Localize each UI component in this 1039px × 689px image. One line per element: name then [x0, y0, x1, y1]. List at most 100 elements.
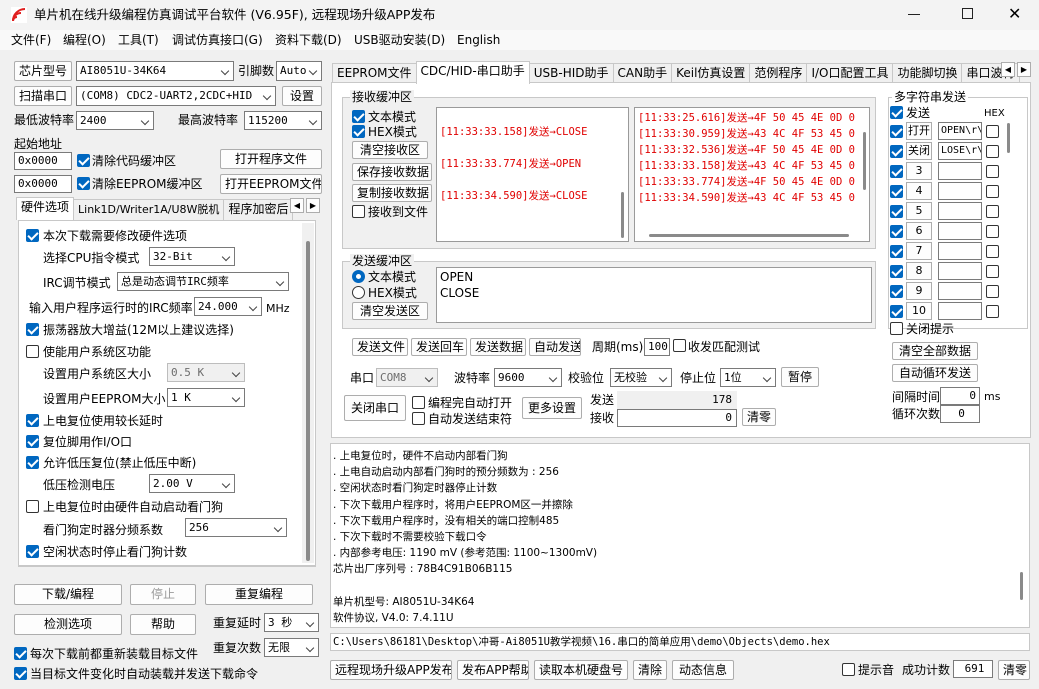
min-baud-select[interactable]: 2400 — [76, 111, 154, 130]
save-rx-button[interactable]: 保存接收数据 — [352, 163, 432, 181]
modify-hw-checkbox[interactable] — [26, 229, 39, 242]
multi-row-input[interactable] — [938, 242, 982, 260]
multi-row-send-checkbox[interactable] — [890, 305, 903, 318]
multi-send-checkbox[interactable] — [890, 106, 903, 119]
tab-io-config[interactable]: I/O口配置工具 — [806, 63, 894, 84]
multi-row-hex-checkbox[interactable] — [986, 125, 999, 138]
reset-count-button[interactable]: 清零 — [998, 660, 1030, 680]
info-output[interactable]: . 上电复位时，硬件不启动内部看门狗 . 上电自动启动内部看门狗时的预分频数为 … — [330, 443, 1030, 628]
lvd-select[interactable]: 2.00 V — [149, 474, 235, 493]
auto-open-checkbox[interactable] — [412, 396, 425, 409]
tab-can[interactable]: CAN助手 — [612, 63, 673, 84]
reprogram-button[interactable]: 重复编程 — [205, 584, 313, 605]
check-options-button[interactable]: 检测选项 — [14, 614, 122, 635]
multi-rows-scrollbar[interactable] — [1007, 123, 1010, 153]
tab-hardware[interactable]: 硬件选项 — [16, 197, 75, 220]
wdt-div-select[interactable]: 256 — [185, 518, 287, 537]
wdt-hw-checkbox[interactable] — [26, 500, 39, 513]
port-select[interactable]: (COM8) CDC2-UART2,2CDC+HID — [76, 86, 276, 106]
tx-hex-mode-radio[interactable] — [352, 286, 365, 299]
multi-row-hex-checkbox[interactable] — [986, 165, 999, 178]
multi-row-hex-checkbox[interactable] — [986, 225, 999, 238]
multi-row-send-checkbox[interactable] — [890, 205, 903, 218]
lvr-checkbox[interactable] — [26, 456, 39, 469]
idle-wdt-checkbox[interactable] — [26, 545, 39, 558]
maximize-icon[interactable] — [962, 8, 973, 19]
scan-port-button[interactable]: 扫描串口 — [14, 86, 72, 106]
multi-row-hex-checkbox[interactable] — [986, 205, 999, 218]
menu-tools[interactable]: 工具(T) — [118, 32, 159, 48]
auto-send-button[interactable]: 自动发送 — [529, 338, 581, 356]
interval-input[interactable]: 0 — [940, 387, 980, 405]
repeat-count-select[interactable]: 无限 — [264, 638, 319, 657]
start-address-input[interactable]: 0x0000 — [14, 152, 72, 170]
multi-row-send-button[interactable]: 打开 — [906, 122, 932, 140]
menu-program[interactable]: 编程(O) — [63, 32, 106, 48]
match-test-checkbox[interactable] — [673, 339, 686, 352]
multi-row-input[interactable] — [938, 202, 982, 220]
tab-offline[interactable]: Link1D/Writer1A/U8W脱机 — [73, 199, 225, 220]
close-port-button[interactable]: 关闭串口 — [344, 395, 406, 421]
pin-count-select[interactable]: Auto — [276, 61, 322, 81]
parity-select[interactable]: 无校验 — [610, 368, 672, 387]
rx-text-scrollbar[interactable] — [621, 192, 624, 238]
multi-row-send-button[interactable]: 10 — [906, 302, 932, 320]
settings-button[interactable]: 设置 — [282, 86, 322, 106]
stop-button[interactable]: 停止 — [130, 584, 196, 605]
more-settings-button[interactable]: 更多设置 — [522, 397, 582, 419]
serial-port-select[interactable]: COM8 — [376, 368, 438, 387]
right-tab-right-icon[interactable]: ▶ — [1017, 62, 1031, 77]
menu-download[interactable]: 资料下载(D) — [275, 32, 342, 48]
publish-help-button[interactable]: 发布APP帮助 — [457, 660, 529, 680]
multi-row-input[interactable] — [938, 182, 982, 200]
multi-row-send-button[interactable]: 9 — [906, 282, 932, 300]
osc-gain-checkbox[interactable] — [26, 323, 39, 336]
multi-row-send-button[interactable]: 8 — [906, 262, 932, 280]
multi-row-input[interactable]: LOSE\r\ — [938, 142, 982, 160]
por-delay-checkbox[interactable] — [26, 414, 39, 427]
multi-row-send-button[interactable]: 5 — [906, 202, 932, 220]
multi-row-hex-checkbox[interactable] — [986, 185, 999, 198]
tx-input[interactable]: OPEN CLOSE — [436, 267, 872, 323]
tx-text-mode-radio[interactable] — [352, 270, 365, 283]
multi-row-input[interactable] — [938, 162, 982, 180]
multi-row-send-checkbox[interactable] — [890, 245, 903, 258]
tab-examples[interactable]: 范例程序 — [749, 63, 808, 84]
read-disk-button[interactable]: 读取本机硬盘号 — [534, 660, 628, 680]
pause-button[interactable]: 暂停 — [781, 367, 819, 387]
info-scrollbar[interactable] — [1020, 572, 1023, 600]
chip-model-select[interactable]: AI8051U-34K64 — [76, 61, 234, 81]
rx-hex-mode-checkbox[interactable] — [352, 125, 365, 138]
tab-cdc-hid-serial[interactable]: CDC/HID-串口助手 — [415, 61, 530, 84]
tab-pin-switch[interactable]: 功能脚切换 — [892, 63, 963, 84]
tab-encrypt[interactable]: 程序加密后 — [223, 199, 294, 220]
user-eeprom-select[interactable]: 1 K — [167, 388, 245, 407]
multi-row-input[interactable] — [938, 302, 982, 320]
multi-row-send-checkbox[interactable] — [890, 285, 903, 298]
beep-checkbox[interactable] — [842, 663, 855, 676]
user-sys-checkbox[interactable] — [26, 345, 39, 358]
rx-hex-vscroll[interactable] — [863, 132, 866, 190]
clear-info-button[interactable]: 清除 — [633, 660, 667, 680]
send-data-button[interactable]: 发送数据 — [470, 338, 526, 356]
rx-text-mode-checkbox[interactable] — [352, 110, 365, 123]
multi-row-hex-checkbox[interactable] — [986, 145, 999, 158]
multi-row-send-button[interactable]: 6 — [906, 222, 932, 240]
cpu-mode-select[interactable]: 32-Bit — [149, 247, 235, 266]
rx-hex-hscroll[interactable] — [649, 234, 849, 237]
open-eeprom-button[interactable]: 打开EEPROM文件 — [220, 174, 322, 194]
auto-reload-checkbox[interactable] — [14, 667, 27, 680]
hw-options-scrollbar[interactable] — [302, 223, 314, 563]
close-icon[interactable]: ✕ — [1008, 4, 1021, 24]
eeprom-address-input[interactable]: 0x0000 — [14, 175, 72, 193]
help-button[interactable]: 帮助 — [130, 614, 196, 635]
multi-row-send-button[interactable]: 3 — [906, 162, 932, 180]
multi-row-input[interactable]: OPEN\r\ — [938, 122, 982, 140]
clear-count-button[interactable]: 清零 — [742, 408, 776, 426]
clear-rx-button[interactable]: 清空接收区 — [352, 141, 428, 159]
auto-loop-button[interactable]: 自动循环发送 — [892, 364, 978, 382]
multi-row-send-checkbox[interactable] — [890, 185, 903, 198]
multi-row-hex-checkbox[interactable] — [986, 245, 999, 258]
multi-row-hex-checkbox[interactable] — [986, 285, 999, 298]
user-sys-size-select[interactable]: 0.5 K — [167, 363, 245, 382]
